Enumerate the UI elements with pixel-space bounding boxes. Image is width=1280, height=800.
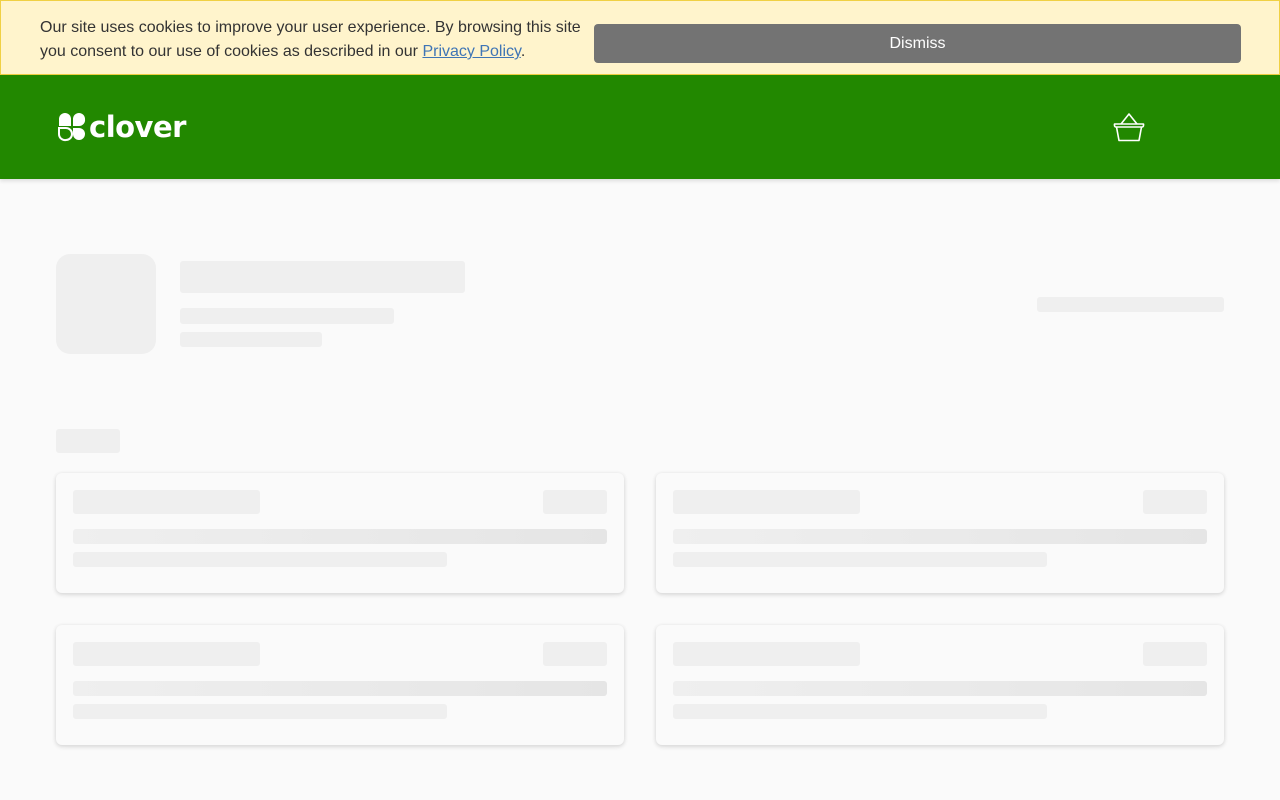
brand-name: clover xyxy=(89,110,186,144)
item-desc-placeholder xyxy=(73,681,607,696)
merchant-hours-placeholder xyxy=(1037,297,1224,312)
item-card-placeholder xyxy=(656,625,1224,745)
site-header: clover xyxy=(0,75,1280,179)
dismiss-button[interactable]: Dismiss xyxy=(594,24,1241,63)
item-price-placeholder xyxy=(543,490,607,514)
clover-logo[interactable]: clover xyxy=(57,111,186,143)
item-desc-placeholder xyxy=(73,529,607,544)
item-desc-placeholder xyxy=(673,552,1047,567)
basket-icon xyxy=(1113,113,1145,142)
item-card-placeholder xyxy=(656,473,1224,593)
cookie-banner: Our site uses cookies to improve your us… xyxy=(0,0,1280,75)
item-card-placeholder xyxy=(56,473,624,593)
merchant-detail-placeholder xyxy=(180,332,322,347)
cookie-message: Our site uses cookies to improve your us… xyxy=(40,16,600,64)
item-desc-placeholder xyxy=(673,529,1207,544)
cart-button[interactable] xyxy=(1112,111,1146,143)
item-desc-placeholder xyxy=(73,704,447,719)
item-title-placeholder xyxy=(73,642,260,666)
item-title-placeholder xyxy=(673,490,860,514)
item-title-placeholder xyxy=(673,642,860,666)
item-price-placeholder xyxy=(1143,490,1207,514)
cookie-suffix: . xyxy=(520,43,526,60)
clover-leaf-icon xyxy=(57,113,86,142)
item-title-placeholder xyxy=(73,490,260,514)
merchant-detail-placeholder xyxy=(180,308,394,324)
item-desc-placeholder xyxy=(673,681,1207,696)
merchant-name-placeholder xyxy=(180,261,465,293)
item-desc-placeholder xyxy=(673,704,1047,719)
item-price-placeholder xyxy=(1143,642,1207,666)
item-price-placeholder xyxy=(543,642,607,666)
item-card-placeholder xyxy=(56,625,624,745)
section-heading-placeholder xyxy=(56,429,120,453)
item-desc-placeholder xyxy=(73,552,447,567)
privacy-policy-link[interactable]: Privacy Policy xyxy=(422,43,520,60)
merchant-logo-placeholder xyxy=(56,254,156,354)
